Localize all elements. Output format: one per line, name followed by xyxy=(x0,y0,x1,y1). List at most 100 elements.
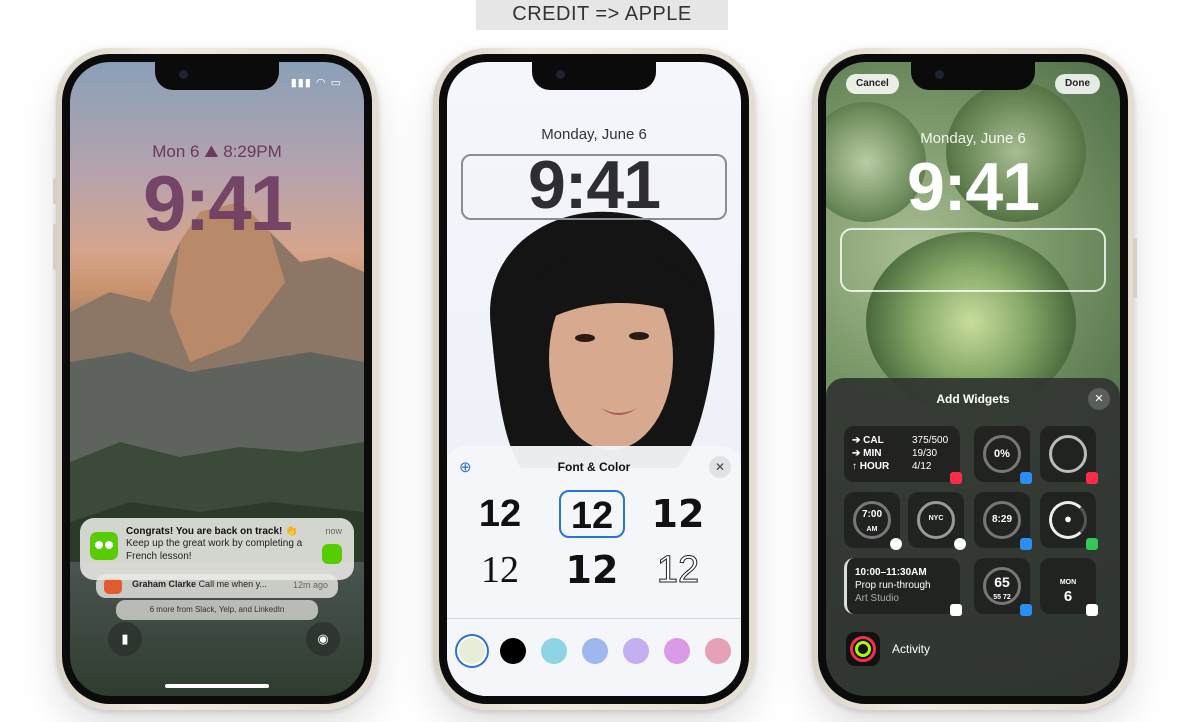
alarm-ring: 7:00 AM xyxy=(853,501,891,539)
cancel-button[interactable]: Cancel xyxy=(846,74,899,94)
color-swatch[interactable] xyxy=(582,638,608,664)
notification-sender: Graham Clarke xyxy=(132,579,197,589)
font-option-selected[interactable]: 12 xyxy=(559,490,625,538)
side-button xyxy=(1133,238,1137,298)
notification-duolingo[interactable]: Congrats! You are back on track! 👏 Keep … xyxy=(80,518,354,580)
widget-airpods[interactable]: ⏺ xyxy=(1040,492,1098,550)
done-button[interactable]: Done xyxy=(1055,74,1100,94)
lock-time: 9:41 xyxy=(906,149,1040,225)
lock-date: Monday, June 6 xyxy=(920,130,1026,147)
event-time: 10:00–11:30AM xyxy=(855,567,927,578)
temperature-ring: 65 55 72 xyxy=(983,567,1021,605)
widget-activity-rings[interactable] xyxy=(1040,426,1098,484)
notification-body: Keep up the great work by completing a F… xyxy=(126,538,303,562)
battery-badge-icon xyxy=(1086,538,1098,550)
event-title: Prop run-through xyxy=(855,580,931,591)
event-place: Art Studio xyxy=(855,593,899,604)
color-swatch-selected[interactable] xyxy=(459,638,485,664)
widget-sunset[interactable]: 8:29 xyxy=(974,492,1032,550)
credit-banner: CREDIT => APPLE xyxy=(476,0,728,30)
temperature-value: 65 xyxy=(994,574,1010,590)
widget-calendar-date[interactable]: MON 6 xyxy=(1040,558,1098,616)
notification-message-text: Call me when y... xyxy=(198,579,267,589)
sheet-title: Font & Color xyxy=(557,460,631,474)
notch xyxy=(155,62,279,90)
activity-ring-icon xyxy=(1049,435,1087,473)
weather-badge-icon xyxy=(1020,472,1032,484)
side-button xyxy=(53,224,57,270)
calendar-badge-icon xyxy=(950,604,962,616)
notch xyxy=(911,62,1035,90)
temperature-low: 55 xyxy=(993,594,1002,601)
add-widgets-panel: Add Widgets ✕ ➔ CAL 375/500 ➔ MIN 19/30 ↑ … xyxy=(826,378,1120,696)
world-clock-face: NYC xyxy=(917,501,955,539)
screen: ▮▮▮ ◠ ▭ Mon 6 ⛰ 8:29PM 9:41 Congrats! Yo… xyxy=(70,62,364,696)
portrait-photo xyxy=(490,211,715,468)
phone-font-color: Monday, June 6 9:41 ⊕ Font & Color ✕ 12 … xyxy=(433,48,755,710)
color-swatch[interactable] xyxy=(705,638,731,664)
font-option[interactable]: 12 xyxy=(559,546,625,594)
airpods-icon: ⏺ xyxy=(1049,501,1087,539)
sunset-ring: 8:29 xyxy=(983,501,1021,539)
activity-app-label: Activity xyxy=(892,642,931,656)
font-option[interactable]: 12 xyxy=(645,546,711,594)
status-bar: ▮▮▮ ◠ ▭ xyxy=(290,77,342,89)
color-swatch[interactable] xyxy=(541,638,567,664)
font-color-sheet: ⊕ Font & Color ✕ 12 12 12 12 12 12 xyxy=(447,446,741,696)
clock-ampm: AM xyxy=(866,526,878,533)
lock-time: 9:41 xyxy=(142,159,293,247)
messages-icon xyxy=(104,578,122,594)
fitness-value: 19/30 xyxy=(912,448,938,459)
color-swatch[interactable] xyxy=(500,638,526,664)
activity-badge-icon xyxy=(1086,472,1098,484)
notch xyxy=(532,62,656,90)
camera-icon[interactable]: ◉ xyxy=(306,622,340,656)
widget-alarm[interactable]: 7:00 AM xyxy=(844,492,902,550)
weather-badge-icon xyxy=(1020,604,1032,616)
lock-date: Monday, June 6 xyxy=(541,126,647,143)
calendar-day: MON xyxy=(1059,579,1077,586)
widget-calendar-event[interactable]: 10:00–11:30AM Prop run-through Art Studi… xyxy=(844,558,962,616)
clock-badge-icon xyxy=(954,538,966,550)
fitness-value: 375/500 xyxy=(912,435,949,446)
phone-lockscreen-notifications: ▮▮▮ ◠ ▭ Mon 6 ⛰ 8:29PM 9:41 Congrats! Yo… xyxy=(53,48,378,710)
lock-time[interactable]: 9:41 xyxy=(447,146,741,224)
calendar-date: MON 6 xyxy=(1049,567,1087,605)
calendar-number: 6 xyxy=(1063,588,1073,605)
widget-weather[interactable]: 0% xyxy=(974,426,1032,484)
mountain-wallpaper xyxy=(70,202,364,562)
widget-world-clock[interactable]: NYC xyxy=(908,492,966,550)
weather-badge-icon xyxy=(1020,538,1032,550)
side-button xyxy=(53,178,57,204)
close-icon[interactable]: ✕ xyxy=(1088,388,1110,410)
fitness-label: ➔ CAL xyxy=(852,435,884,446)
notification-title: Congrats! You are back on track! 👏 xyxy=(126,526,298,537)
font-option[interactable]: 12 xyxy=(645,490,711,538)
widget-temperature[interactable]: 65 55 72 xyxy=(974,558,1032,616)
phone-add-widgets: Cancel Done Monday, June 6 9:41 Add Widg… xyxy=(812,48,1137,710)
color-swatch[interactable] xyxy=(623,638,649,664)
calendar-badge-icon xyxy=(1086,604,1098,616)
clock-badge-icon xyxy=(890,538,902,550)
weather-ring: 0% xyxy=(983,435,1021,473)
duolingo-icon xyxy=(90,532,118,560)
color-swatch[interactable] xyxy=(664,638,690,664)
flashlight-icon[interactable]: ▮ xyxy=(108,622,142,656)
notification-stack-summary[interactable]: 6 more from Slack, Yelp, and LinkedIn xyxy=(116,600,318,620)
fitness-label: ➔ MIN xyxy=(852,448,882,459)
owl-icon xyxy=(322,544,342,564)
widget-slot[interactable] xyxy=(840,228,1106,292)
screen: Monday, June 6 9:41 ⊕ Font & Color ✕ 12 … xyxy=(447,62,741,696)
screen: Cancel Done Monday, June 6 9:41 Add Widg… xyxy=(826,62,1120,696)
font-option[interactable]: 12 xyxy=(467,546,533,594)
fitness-label: ↑ HOUR xyxy=(852,461,890,472)
home-indicator[interactable] xyxy=(165,684,269,688)
widget-fitness[interactable]: ➔ CAL 375/500 ➔ MIN 19/30 ↑ HOUR 4/12 xyxy=(844,426,962,484)
temperature-high: 72 xyxy=(1002,594,1011,601)
close-icon[interactable]: ✕ xyxy=(709,456,731,478)
panel-title: Add Widgets xyxy=(936,392,1010,406)
notification-time: now xyxy=(325,526,342,536)
divider xyxy=(447,618,741,619)
fitness-value: 4/12 xyxy=(912,461,932,472)
font-option[interactable]: 12 xyxy=(467,490,533,538)
